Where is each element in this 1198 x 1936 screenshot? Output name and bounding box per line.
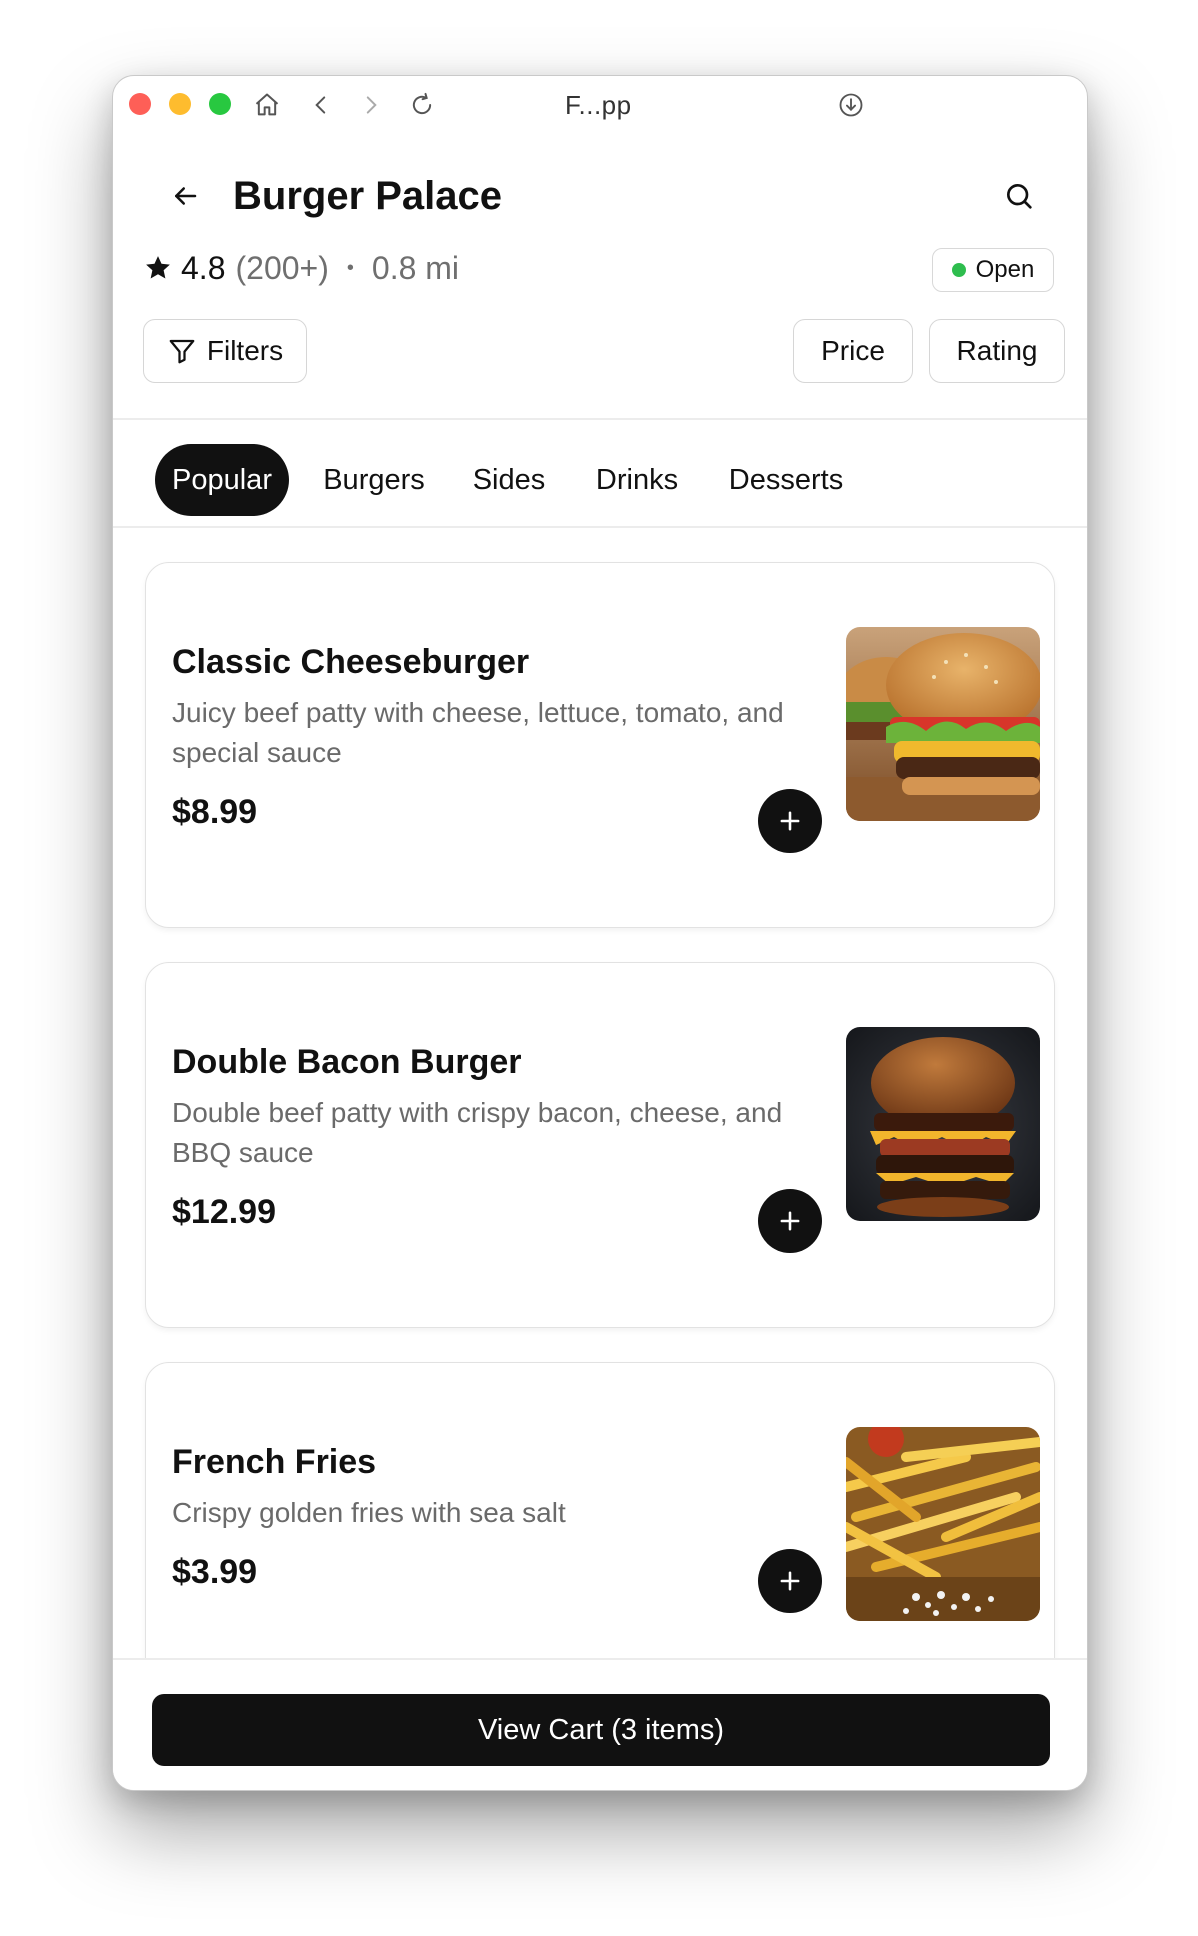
price-label: Price [821,335,885,366]
star-icon [146,256,170,279]
menu-item-name: French Fries [172,1443,377,1481]
menu-item-card[interactable]: Classic Cheeseburger Juicy beef patty wi… [145,562,1055,928]
add-to-cart-button[interactable] [758,1549,822,1613]
window-title: F...pp [565,90,632,120]
menu-item-description: Double beef patty with crispy bacon, che… [172,1097,783,1168]
browser-back-icon[interactable] [305,89,337,121]
review-count: (200+) [235,249,329,286]
tab-popular[interactable]: Popular [155,444,289,516]
rating-value: 4.8 [181,249,226,286]
arrow-left-icon [175,187,197,205]
download-icon[interactable] [835,89,867,121]
status-badge: Open [932,248,1054,292]
add-to-cart-button[interactable] [758,789,822,853]
tab-desserts[interactable]: Desserts [715,444,857,516]
page-header: Burger Palace [113,156,1087,236]
tab-sides[interactable]: Sides [459,444,559,516]
minimize-window-button[interactable] [169,93,191,115]
home-icon[interactable] [251,89,283,121]
view-cart-button[interactable]: View Cart (3 items) [152,1694,1050,1766]
tab-burgers[interactable]: Burgers [309,444,439,516]
menu-item-card[interactable]: Double Bacon Burger Double beef patty wi… [145,962,1055,1328]
menu-item-price: $3.99 [172,1553,258,1591]
french-fries-image [846,1427,1040,1621]
restaurant-meta: 4.8 (200+) • 0.8 mi [143,246,459,290]
back-button[interactable] [163,174,207,218]
meta-separator: • [346,256,354,279]
category-tabs: Popular Burgers Sides Drinks Desserts [113,422,1087,526]
search-icon [1007,184,1032,209]
plus-icon [780,1571,800,1591]
filters-button[interactable]: Filters [143,319,307,383]
plus-icon [780,1211,800,1231]
distance: 0.8 mi [371,249,460,286]
page-title: Burger Palace [233,174,503,218]
divider [113,418,1087,420]
menu-item-name: Classic Cheeseburger [172,643,530,681]
rating-label: Rating [956,335,1038,366]
app-window: F...pp Burger Palace 4.8 (200+) • 0.8 mi… [112,75,1088,1791]
price-sort-button[interactable]: Price [793,319,913,383]
menu-item-name: Double Bacon Burger [172,1043,522,1081]
menu-item-description: Crispy golden fries with sea salt [172,1497,566,1528]
cheeseburger-image [846,627,1040,821]
cart-footer: View Cart (3 items) [113,1658,1087,1790]
status-dot-icon [951,263,966,277]
menu-item-description: Juicy beef patty with cheese, lettuce, t… [172,697,784,768]
status-label: Open [975,256,1035,283]
title-bar: F...pp [113,76,1087,134]
reload-icon[interactable] [406,89,438,121]
tab-drinks[interactable]: Drinks [579,444,695,516]
plus-icon [780,811,800,831]
filter-icon [169,339,195,364]
menu-item-price: $8.99 [172,793,258,831]
browser-forward-icon[interactable] [355,89,387,121]
bacon-burger-image [846,1027,1040,1221]
divider [113,526,1087,528]
close-window-button[interactable] [129,93,151,115]
rating-sort-button[interactable]: Rating [929,319,1065,383]
filters-label: Filters [206,335,284,366]
add-to-cart-button[interactable] [758,1189,822,1253]
menu-item-price: $12.99 [172,1193,276,1231]
maximize-window-button[interactable] [209,93,231,115]
search-button[interactable] [997,174,1041,218]
